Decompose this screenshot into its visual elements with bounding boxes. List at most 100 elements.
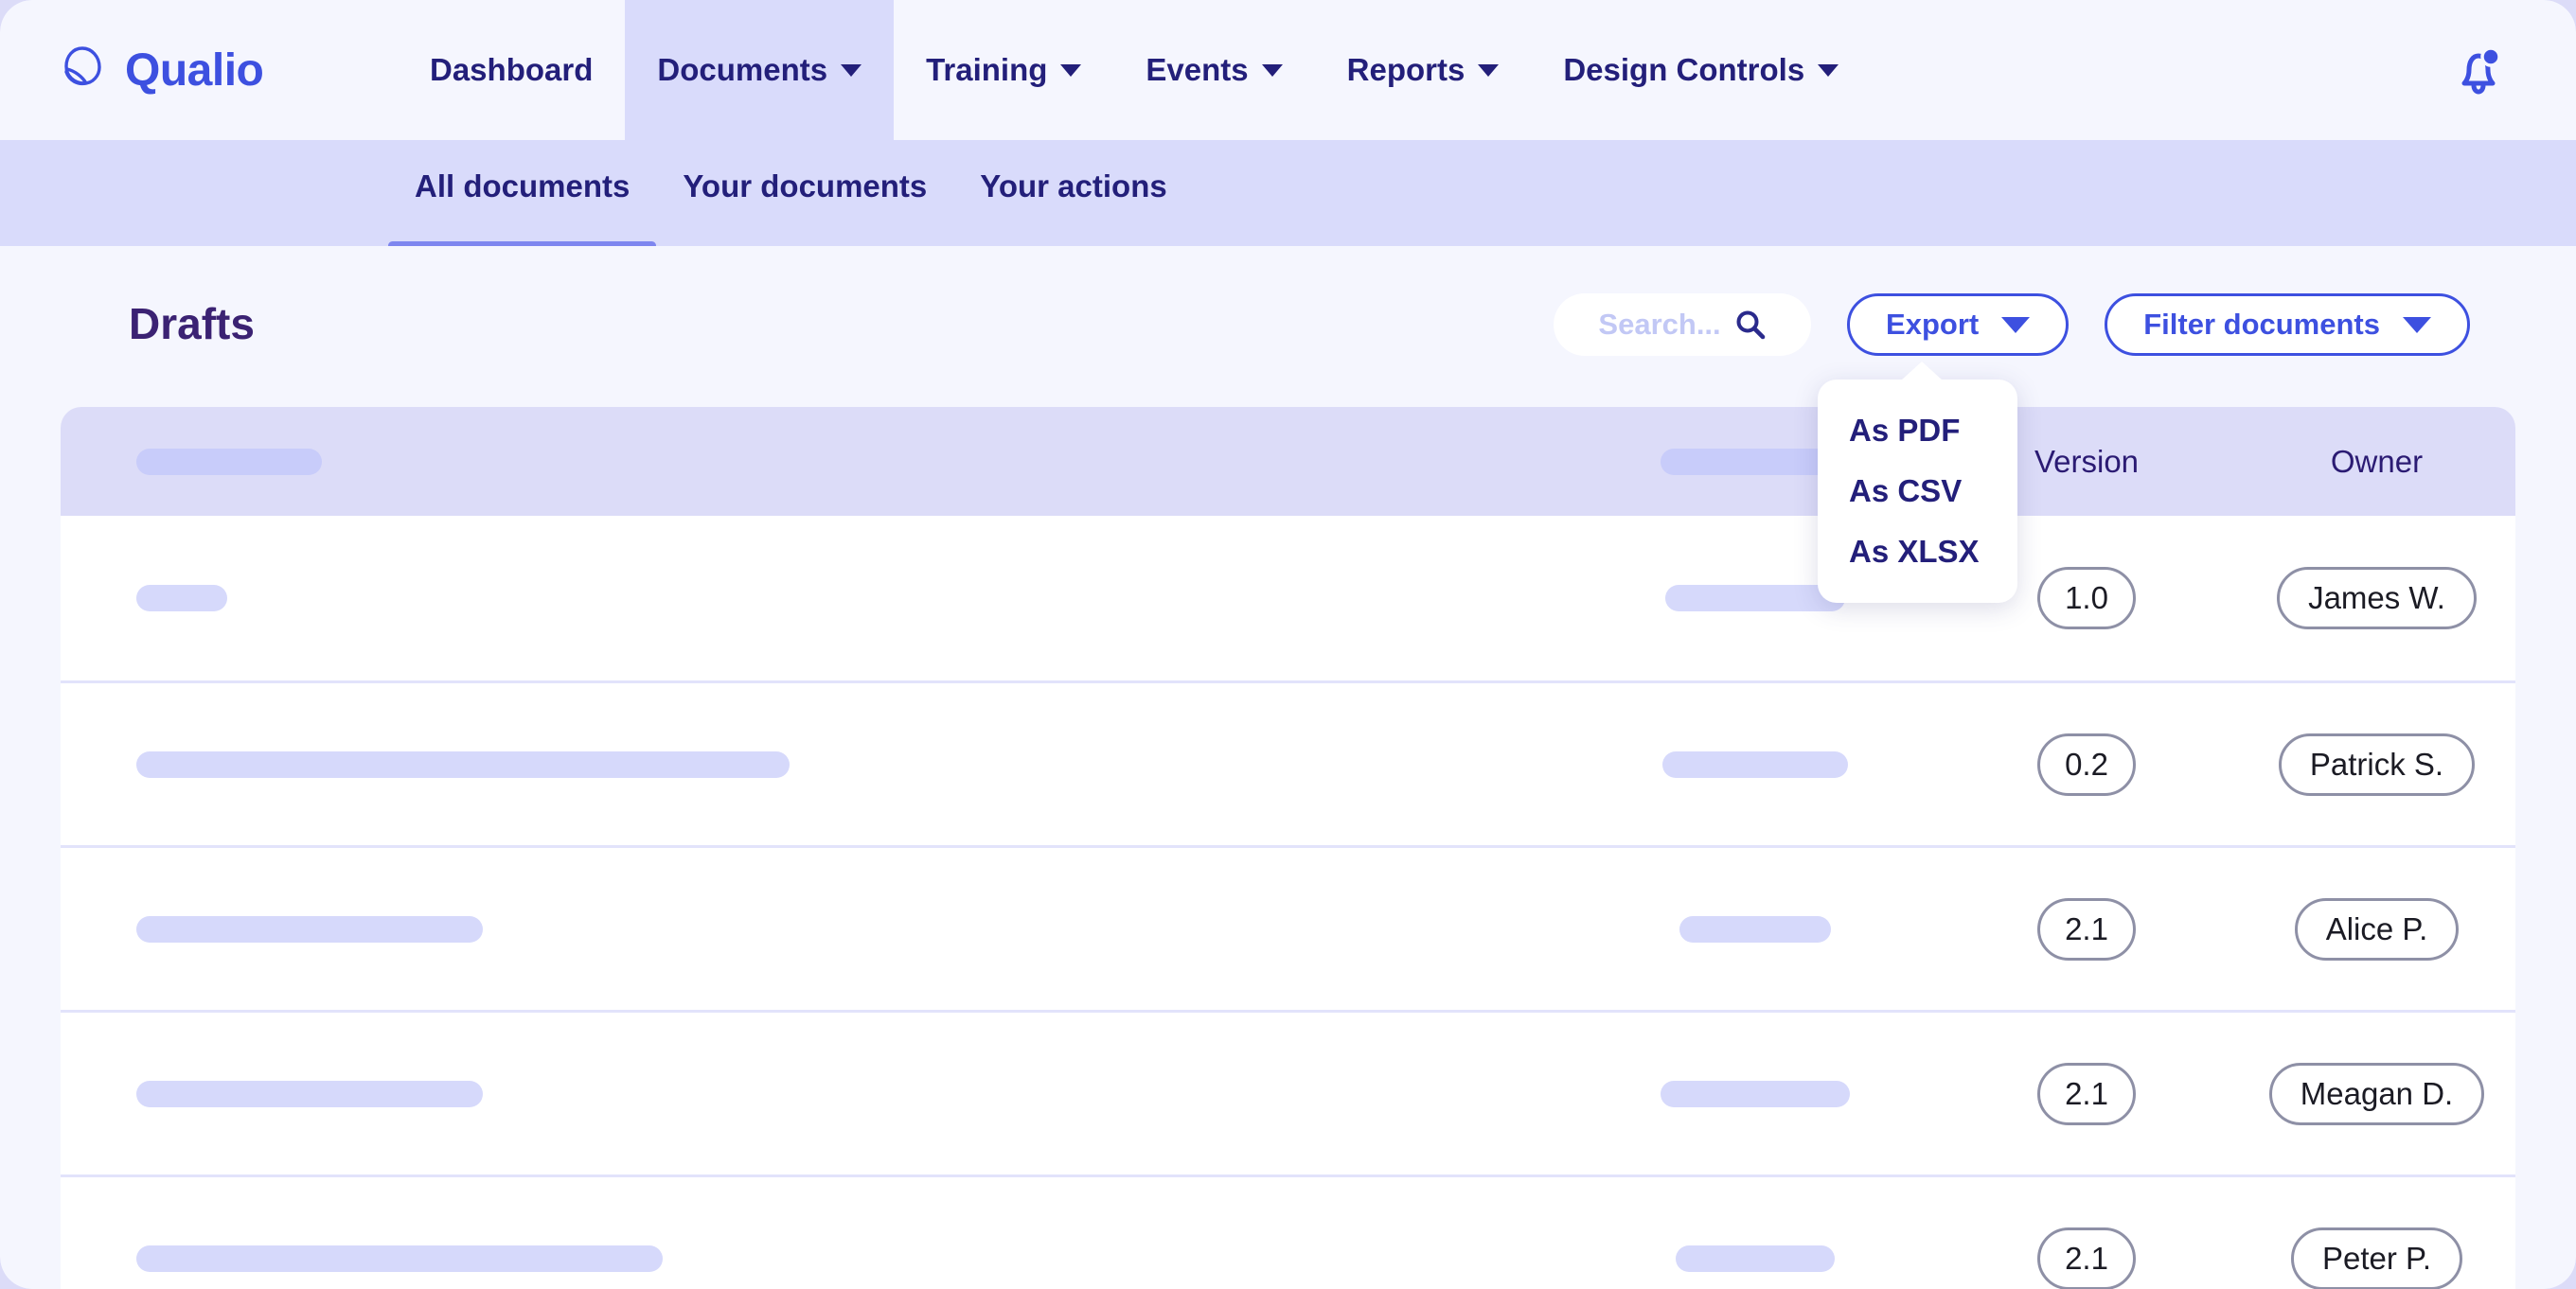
subnav-item-your-documents[interactable]: Your documents xyxy=(656,140,953,204)
page-title: Drafts xyxy=(129,298,255,349)
top-nav-items: Dashboard Documents Training Events Repo… xyxy=(398,0,1871,140)
version-chip[interactable]: 0.2 xyxy=(2037,733,2136,796)
redacted-text-bar xyxy=(1676,1245,1835,1272)
subnav-item-label: All documents xyxy=(415,168,630,203)
chevron-down-icon xyxy=(2001,317,2030,333)
nav-item-documents[interactable]: Documents xyxy=(625,0,894,140)
nav-item-training[interactable]: Training xyxy=(894,0,1113,140)
cell-status xyxy=(1575,1245,1935,1272)
chevron-down-icon xyxy=(1478,64,1499,77)
app-frame: Qualio Dashboard Documents Training Even… xyxy=(0,0,2576,1289)
redacted-text-bar xyxy=(136,916,483,943)
export-button[interactable]: Export xyxy=(1847,293,2069,356)
subnav-item-label: Your actions xyxy=(980,168,1166,203)
cell-owner: Patrick S. xyxy=(2238,733,2515,796)
version-chip[interactable]: 2.1 xyxy=(2037,898,2136,961)
chevron-down-icon xyxy=(2403,317,2431,333)
owner-chip[interactable]: Meagan D. xyxy=(2269,1063,2484,1125)
redacted-text-bar xyxy=(1661,1081,1850,1107)
cell-version: 0.2 xyxy=(1935,733,2238,796)
nav-item-events[interactable]: Events xyxy=(1113,0,1314,140)
cell-name xyxy=(61,585,1575,611)
cell-owner: Alice P. xyxy=(2238,898,2515,961)
cell-name xyxy=(61,751,1575,778)
bell-icon xyxy=(2449,42,2508,100)
documents-table: Version Owner 1.0 James W. xyxy=(61,407,2515,1289)
cell-version: 2.1 xyxy=(1935,1063,2238,1125)
version-chip[interactable]: 2.1 xyxy=(2037,1063,2136,1125)
export-dropdown-menu: As PDF As CSV As XLSX xyxy=(1818,380,2017,603)
chevron-down-icon xyxy=(1060,64,1081,77)
toolbar-actions: Search... Export Filter documents xyxy=(1554,293,2470,356)
top-navigation-bar: Qualio Dashboard Documents Training Even… xyxy=(0,0,2576,140)
nav-item-label: Training xyxy=(926,52,1047,88)
cell-name xyxy=(61,1245,1575,1272)
cell-owner: Peter P. xyxy=(2238,1227,2515,1289)
page-content: Drafts Search... Export Filter documents xyxy=(0,246,2576,1289)
subnav-item-your-actions[interactable]: Your actions xyxy=(953,140,1193,204)
cell-status xyxy=(1575,1081,1935,1107)
nav-item-label: Reports xyxy=(1347,52,1466,88)
nav-item-design-controls[interactable]: Design Controls xyxy=(1531,0,1871,140)
search-input[interactable]: Search... xyxy=(1554,293,1811,356)
filter-documents-button[interactable]: Filter documents xyxy=(2105,293,2470,356)
chevron-down-icon xyxy=(841,64,862,77)
search-icon xyxy=(1734,309,1767,341)
nav-item-dashboard[interactable]: Dashboard xyxy=(398,0,625,140)
table-row[interactable]: 1.0 James W. xyxy=(61,516,2515,680)
column-header-owner: Owner xyxy=(2238,444,2515,480)
table-row[interactable]: 2.1 Peter P. xyxy=(61,1174,2515,1289)
owner-chip[interactable]: Patrick S. xyxy=(2279,733,2475,796)
cell-version: 2.1 xyxy=(1935,898,2238,961)
nav-item-label: Documents xyxy=(657,52,827,88)
brand-name: Qualio xyxy=(125,44,263,97)
owner-chip[interactable]: James W. xyxy=(2277,567,2477,629)
notification-badge-dot xyxy=(2482,48,2499,65)
subnav-item-label: Your documents xyxy=(683,168,927,203)
cell-name xyxy=(61,1081,1575,1107)
cell-status xyxy=(1575,751,1935,778)
owner-chip[interactable]: Peter P. xyxy=(2291,1227,2462,1289)
redacted-text-bar xyxy=(136,449,322,475)
export-menu-item-csv[interactable]: As CSV xyxy=(1818,461,2017,521)
brand-logo[interactable]: Qualio xyxy=(57,44,398,97)
notifications-button[interactable] xyxy=(2449,42,2508,100)
redacted-text-bar xyxy=(136,585,227,611)
table-row[interactable]: 2.1 Alice P. xyxy=(61,845,2515,1010)
cell-version: 2.1 xyxy=(1935,1227,2238,1289)
redacted-text-bar xyxy=(1662,751,1848,778)
application-window: Qualio Dashboard Documents Training Even… xyxy=(0,0,2576,1289)
qualio-swoosh-icon xyxy=(57,44,108,96)
nav-item-label: Events xyxy=(1146,52,1248,88)
dropdown-pointer-arrow xyxy=(1901,362,1943,380)
cell-status xyxy=(1575,916,1935,943)
column-header-label: Owner xyxy=(2238,444,2515,480)
redacted-text-bar xyxy=(136,1245,663,1272)
filter-button-label: Filter documents xyxy=(2143,308,2380,342)
chevron-down-icon xyxy=(1262,64,1283,77)
export-menu-item-pdf[interactable]: As PDF xyxy=(1818,400,2017,461)
cell-name xyxy=(61,916,1575,943)
page-toolbar: Drafts Search... Export Filter documents xyxy=(0,246,2576,401)
sub-navigation-bar: All documents Your documents Your action… xyxy=(0,140,2576,246)
cell-owner: Meagan D. xyxy=(2238,1063,2515,1125)
table-row[interactable]: 0.2 Patrick S. xyxy=(61,680,2515,845)
table-row[interactable]: 2.1 Meagan D. xyxy=(61,1010,2515,1174)
version-chip[interactable]: 1.0 xyxy=(2037,567,2136,629)
export-menu-item-xlsx[interactable]: As XLSX xyxy=(1818,521,2017,582)
column-header-name xyxy=(61,449,1575,475)
export-button-label: Export xyxy=(1886,308,1979,342)
table-header-row: Version Owner xyxy=(61,407,2515,516)
search-placeholder: Search... xyxy=(1598,308,1720,342)
subnav-item-all-documents[interactable]: All documents xyxy=(388,140,656,204)
version-chip[interactable]: 2.1 xyxy=(2037,1227,2136,1289)
redacted-text-bar xyxy=(136,751,790,778)
nav-item-reports[interactable]: Reports xyxy=(1315,0,1532,140)
chevron-down-icon xyxy=(1818,64,1839,77)
owner-chip[interactable]: Alice P. xyxy=(2295,898,2460,961)
cell-owner: James W. xyxy=(2238,567,2515,629)
nav-item-label: Design Controls xyxy=(1563,52,1804,88)
redacted-text-bar xyxy=(1679,916,1831,943)
redacted-text-bar xyxy=(136,1081,483,1107)
nav-item-label: Dashboard xyxy=(430,52,593,88)
